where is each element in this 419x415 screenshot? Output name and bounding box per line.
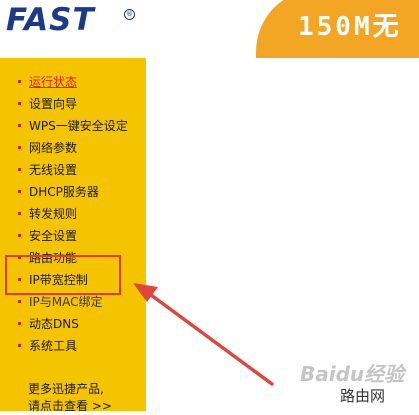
site-watermark: 路由网 [340, 387, 386, 405]
sidebar-item-label: 运行状态 [29, 75, 78, 89]
sidebar-item-label: WPS一键安全设定 [29, 119, 128, 133]
sidebar-item-label: DHCP服务器 [29, 185, 99, 199]
sidebar-item-system-tools[interactable]: 系统工具 [18, 337, 77, 355]
sidebar-item-wireless[interactable]: 无线设置 [18, 161, 77, 179]
bullet-icon [18, 124, 21, 127]
sidebar-item-label: 转发规则 [29, 207, 78, 221]
bullet-icon [18, 168, 21, 171]
bullet-icon [18, 146, 21, 149]
sidebar-item-label: 动态DNS [29, 317, 79, 331]
more-products-link[interactable]: 更多迅捷产品, 请点击查看 >> [28, 381, 112, 415]
bullet-icon [18, 344, 21, 347]
bullet-icon [18, 102, 21, 105]
bullet-icon [18, 212, 21, 215]
promo-line-2: 请点击查看 >> [28, 399, 112, 413]
bullet-icon [18, 322, 21, 325]
bullet-icon [18, 80, 21, 83]
highlight-box [5, 255, 121, 295]
bullet-icon [18, 234, 21, 237]
sidebar-item-setup-wizard[interactable]: 设置向导 [18, 95, 77, 113]
sidebar-item-ddns[interactable]: 动态DNS [18, 315, 79, 333]
sidebar-item-ip-mac-binding[interactable]: IP与MAC绑定 [18, 293, 103, 311]
bullet-icon [18, 190, 21, 193]
baidu-watermark: Baidu经验 [300, 362, 405, 386]
sidebar-item-dhcp[interactable]: DHCP服务器 [18, 183, 99, 201]
sidebar-item-wps[interactable]: WPS一键安全设定 [18, 117, 128, 135]
sidebar-item-forwarding[interactable]: 转发规则 [18, 205, 77, 223]
header: FAST ® 150M无 [0, 0, 419, 58]
sidebar-item-status[interactable]: 运行状态 [18, 73, 77, 91]
sidebar-item-label: IP与MAC绑定 [29, 295, 103, 309]
promo-line-1: 更多迅捷产品, [28, 382, 104, 396]
sidebar-item-label: 安全设置 [29, 229, 78, 243]
sidebar-item-label: 设置向导 [29, 97, 78, 111]
bullet-icon [18, 300, 21, 303]
registered-mark: ® [124, 9, 135, 20]
product-title: 150M无 [298, 12, 402, 42]
fast-logo: FAST [6, 2, 95, 38]
sidebar-item-security[interactable]: 安全设置 [18, 227, 77, 245]
sidebar-item-label: 网络参数 [29, 141, 78, 155]
sidebar-item-label: 系统工具 [29, 339, 78, 353]
sidebar-item-label: 无线设置 [29, 163, 78, 177]
sidebar-item-network[interactable]: 网络参数 [18, 139, 77, 157]
